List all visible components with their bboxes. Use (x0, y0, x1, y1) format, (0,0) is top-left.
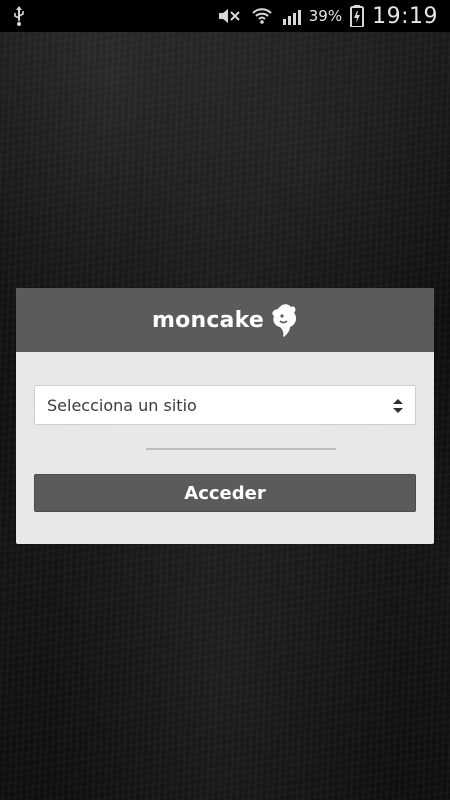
status-right: 39% 19:19 (217, 4, 438, 29)
select-arrows-icon (391, 395, 405, 417)
site-select[interactable]: Selecciona un sitio (34, 385, 416, 425)
site-select-value: Selecciona un sitio (47, 395, 197, 415)
acceder-button[interactable]: Acceder (34, 474, 416, 512)
moncake-logo-icon (268, 303, 298, 337)
silent-mode-icon (217, 7, 243, 25)
status-time: 19:19 (372, 3, 438, 29)
acceder-button-label: Acceder (184, 482, 266, 504)
brand-name: moncake (152, 307, 264, 333)
battery-percent: 39% (308, 7, 343, 25)
card-header: moncake (16, 288, 434, 352)
status-left (12, 6, 26, 26)
card-body: Selecciona un sitio Acceder (16, 352, 434, 544)
wifi-icon (251, 7, 273, 25)
signal-icon (281, 7, 301, 25)
status-bar: 39% 19:19 (0, 0, 450, 32)
login-card: moncake Selecciona un sitio Acceder (16, 288, 434, 544)
divider (146, 448, 336, 450)
usb-icon (12, 6, 26, 26)
battery-icon (350, 5, 365, 27)
brand: moncake (152, 303, 298, 337)
